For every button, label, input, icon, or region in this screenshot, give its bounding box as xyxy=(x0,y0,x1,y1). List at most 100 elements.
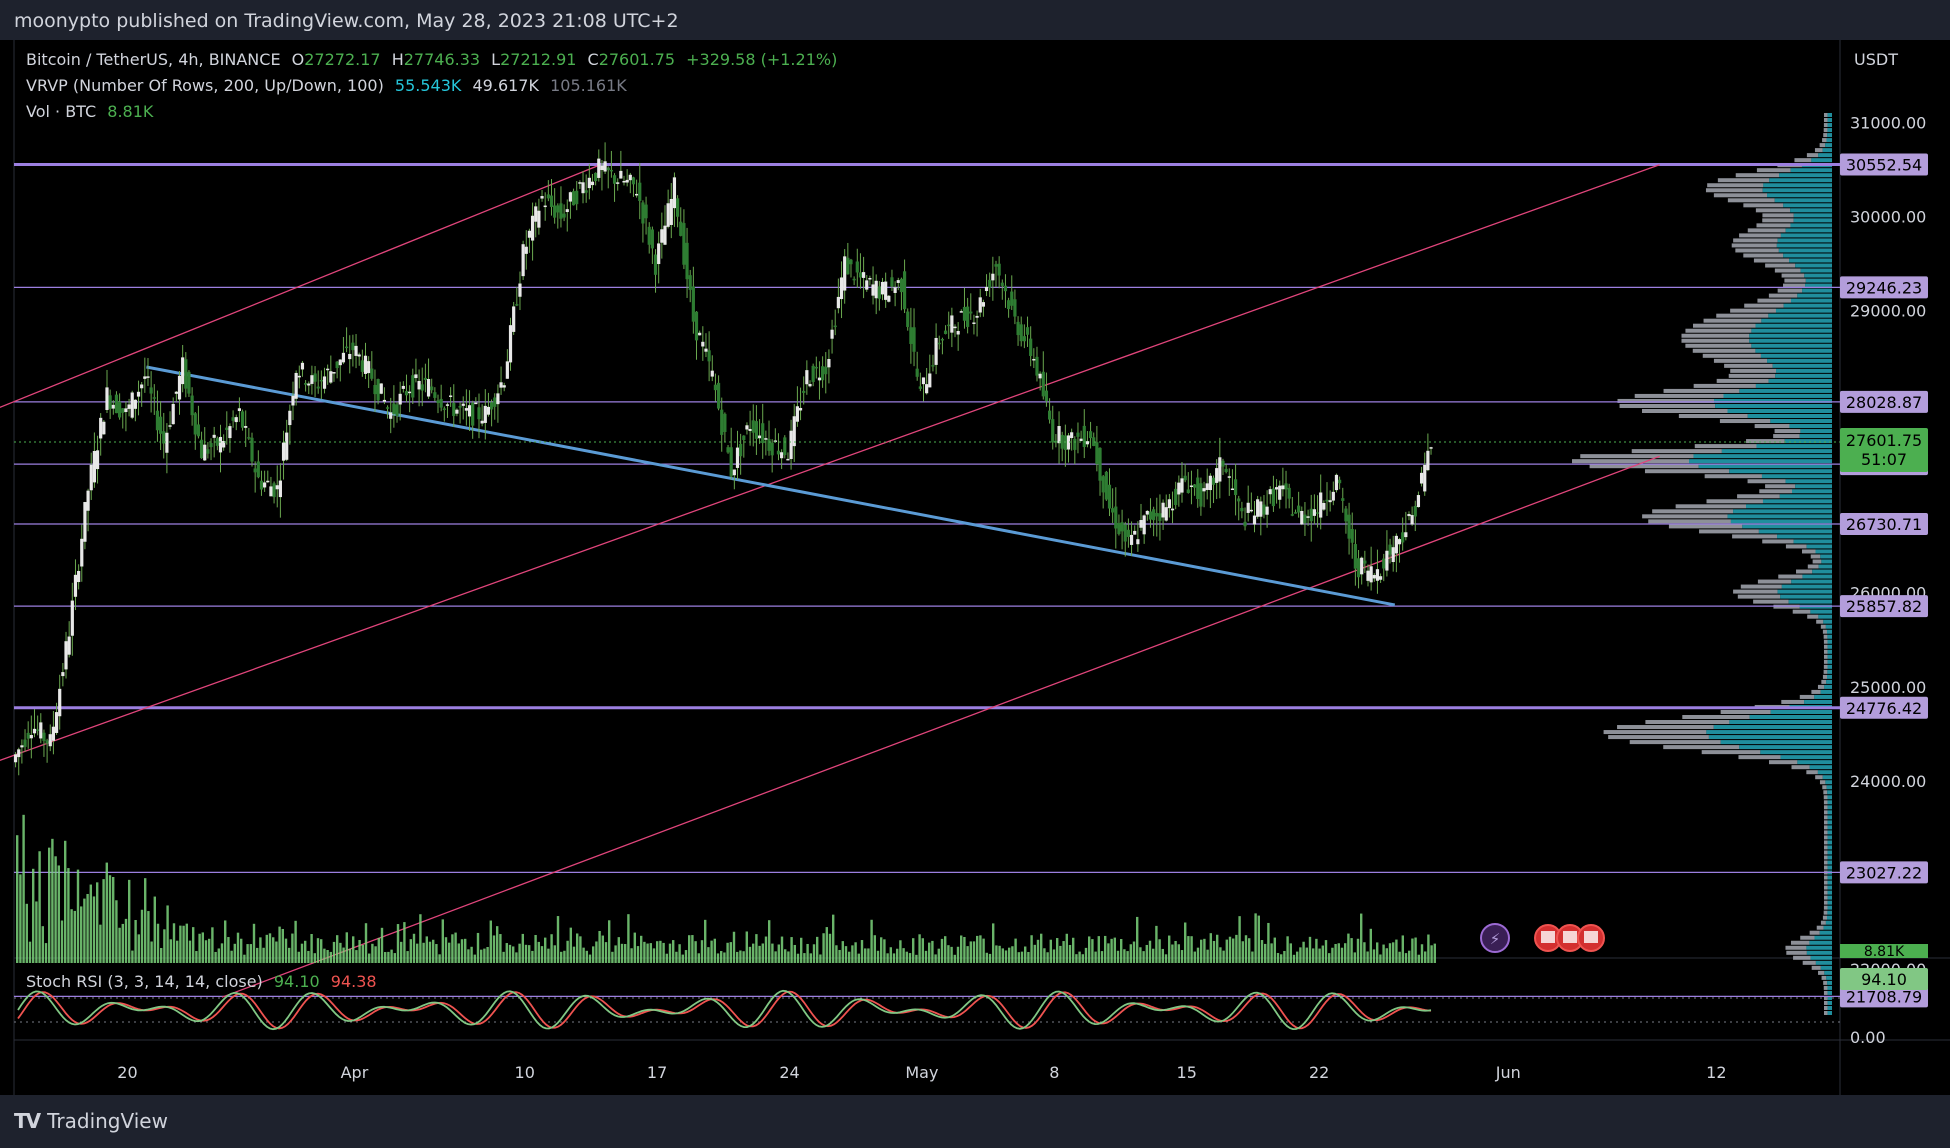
candle-body xyxy=(1274,487,1279,490)
volume-bar xyxy=(211,927,214,963)
candle-body xyxy=(228,426,232,439)
volume-bar xyxy=(1273,937,1276,963)
volume-bar xyxy=(121,923,124,963)
volume-profile-up-row xyxy=(1827,790,1832,795)
volume-bar xyxy=(406,951,409,963)
candle-body xyxy=(1145,510,1149,515)
volume-bar xyxy=(1004,950,1008,963)
candle-body xyxy=(600,165,604,171)
candle-body xyxy=(439,398,443,408)
volume-bar xyxy=(752,943,755,963)
candle-body xyxy=(880,281,885,295)
candle-body xyxy=(751,420,755,433)
legend-volume-label[interactable]: Vol · BTC xyxy=(26,102,96,121)
volume-bar xyxy=(1340,947,1344,963)
volume-bar xyxy=(889,947,892,963)
candle-body xyxy=(581,182,585,194)
volume-bar xyxy=(444,937,448,963)
volume-profile-down-row xyxy=(1692,323,1756,328)
volume-profile-down-row xyxy=(1675,504,1746,509)
volume-bar xyxy=(886,953,889,963)
legend-stoch-label[interactable]: Stoch RSI (3, 3, 14, 14, close) xyxy=(26,972,263,991)
candle-body xyxy=(698,332,702,336)
volume-bar xyxy=(822,933,825,963)
candle-body xyxy=(357,354,361,357)
volume-bar xyxy=(572,946,576,963)
volume-profile-down-row xyxy=(1822,629,1827,634)
volume-bar xyxy=(608,920,611,963)
volume-profile-up-row xyxy=(1777,534,1832,539)
candle-body xyxy=(114,394,119,414)
volume-bar xyxy=(38,851,41,963)
candle-body xyxy=(716,382,721,409)
legend-vrvp-label[interactable]: VRVP (Number Of Rows, 200, Up/Down, 100) xyxy=(26,76,384,95)
price-chart-svg[interactable]: 31000.0030000.0029000.0026000.0025000.00… xyxy=(0,40,1950,1095)
volume-bar xyxy=(380,927,384,963)
candle-body xyxy=(326,368,330,371)
price-axis-panel xyxy=(1840,40,1950,1095)
candle-body xyxy=(338,359,342,366)
volume-bar xyxy=(553,945,556,963)
volume-profile-down-row xyxy=(1824,860,1828,865)
candle-body xyxy=(543,205,547,208)
volume-bar xyxy=(1158,939,1161,963)
volume-profile-up-row xyxy=(1827,985,1832,990)
volume-bar xyxy=(1011,946,1014,963)
volume-bar xyxy=(416,943,419,963)
chart-frame[interactable]: 31000.00 30000.00 29000.00 26000.00 25000.00… xyxy=(0,40,1950,1095)
volume-profile-down-row xyxy=(1816,619,1824,624)
candle-body xyxy=(1300,510,1304,525)
volume-profile-down-row xyxy=(1811,965,1821,970)
volume-bar xyxy=(44,943,48,963)
volume-bar xyxy=(83,898,86,963)
tradingview-logo[interactable]: TV TradingView xyxy=(14,1109,168,1133)
candle-body xyxy=(426,379,431,397)
candle-body xyxy=(1047,410,1052,420)
candle-body xyxy=(729,447,733,477)
volume-profile-down-row xyxy=(1781,273,1805,278)
volume-profile-up-row xyxy=(1827,900,1832,905)
volume-bar xyxy=(307,950,310,963)
volume-bar xyxy=(700,940,704,963)
volume-bar xyxy=(243,954,246,963)
volume-bar xyxy=(464,938,467,963)
candle-body xyxy=(1073,438,1077,450)
candle-body xyxy=(127,404,131,409)
candle-body xyxy=(310,375,314,384)
candle-body xyxy=(146,376,150,378)
candle-body xyxy=(1164,507,1168,521)
volume-bar xyxy=(940,938,944,963)
volume-bar xyxy=(1190,936,1193,963)
volume-profile-up-row xyxy=(1814,694,1832,699)
volume-bar xyxy=(483,948,486,963)
volume-bar xyxy=(1388,943,1392,963)
volume-profile-down-row xyxy=(1823,990,1828,995)
candle-body xyxy=(266,480,270,483)
volume-profile-down-row xyxy=(1759,489,1793,494)
volume-profile-up-row xyxy=(1826,975,1832,980)
candle-body xyxy=(1353,544,1357,569)
volume-bar xyxy=(32,868,35,963)
volume-profile-down-row xyxy=(1823,1005,1828,1010)
candle-body xyxy=(155,410,160,431)
candle-body xyxy=(1079,438,1083,441)
volume-profile-up-row xyxy=(1745,504,1832,509)
legend-symbol[interactable]: Bitcoin / TetherUS, 4h, BINANCE xyxy=(26,50,281,69)
volume-bar xyxy=(137,934,140,963)
volume-profile-up-row xyxy=(1814,935,1832,940)
volume-profile-down-row xyxy=(1823,815,1828,820)
volume-profile-up-row xyxy=(1827,669,1832,674)
candle-body xyxy=(152,397,156,399)
candle-body xyxy=(814,366,818,369)
candle-body xyxy=(316,386,320,389)
volume-bar xyxy=(1241,941,1244,963)
volume-profile-down-row xyxy=(1820,624,1826,629)
volume-bar xyxy=(1040,933,1043,963)
volume-bar xyxy=(928,942,931,963)
volume-bar xyxy=(281,928,284,963)
candle-body xyxy=(168,425,172,427)
volume-bar xyxy=(659,940,662,963)
candle-body xyxy=(225,427,229,431)
candle-body xyxy=(177,375,182,400)
volume-profile-down-row xyxy=(1806,770,1818,775)
